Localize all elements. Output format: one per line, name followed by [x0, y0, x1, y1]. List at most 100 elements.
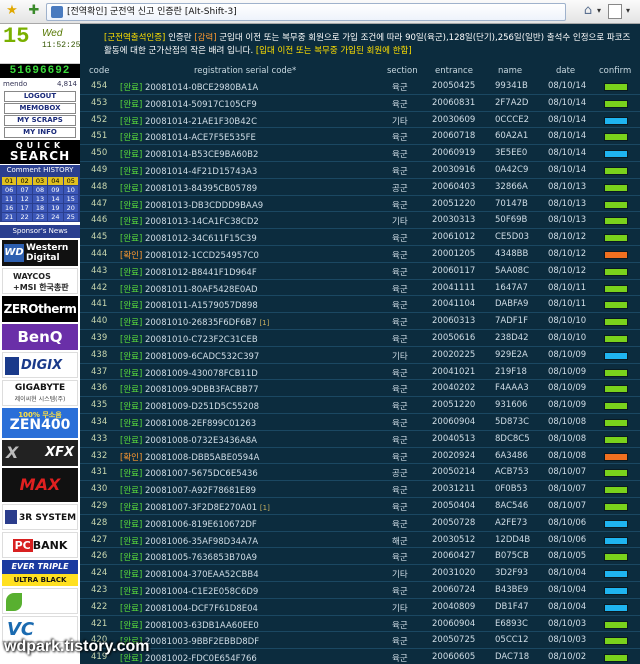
comment-day-12[interactable]: 12 [17, 195, 32, 203]
row-serial-cell[interactable]: [완료] 20081014-B53CE9BA60B2 [120, 148, 258, 160]
comment-day-18[interactable]: 18 [32, 204, 48, 212]
ad-3r-system[interactable]: 3R SYSTEM [2, 504, 78, 530]
comment-day-13[interactable]: 13 [32, 195, 48, 203]
table-row[interactable]: 451 [완료] 20081014-ACE7F5E535FE 육군 20060718… [80, 128, 640, 146]
row-serial[interactable]: 20081004-370EAA52CBB4 [145, 570, 259, 580]
ad-xfx[interactable]: X XFX [2, 440, 78, 466]
row-serial[interactable]: 20081014-4F21D15743A3 [145, 167, 257, 177]
table-row[interactable]: 439 [완료] 20081010-C723F2C31CEB 육군 20050616… [80, 330, 640, 347]
row-serial[interactable]: 20081006-819E610672DF [145, 520, 257, 530]
row-serial-cell[interactable]: [완료] 20081009-430078FCB11D [120, 367, 258, 379]
table-row[interactable]: 453 [완료] 20081014-50917C105CF9 육군 20060831… [80, 95, 640, 112]
row-serial[interactable]: 20081010-26835F6DF6B7 [145, 318, 257, 328]
table-row[interactable]: 442 [완료] 20081011-80AF5428E0AD 육군 20041111… [80, 280, 640, 297]
row-serial-cell[interactable]: [확인] 20081008-DBB5ABE0594A [120, 451, 259, 463]
table-row[interactable]: 428 [완료] 20081006-819E610672DF 육군 20050728… [80, 515, 640, 532]
row-serial[interactable]: 20081008-2EF899C01263 [145, 419, 256, 429]
row-serial[interactable]: 20081012-B8441F1D964F [145, 268, 257, 278]
row-serial[interactable]: 20081014-21AE1F30B42C [145, 117, 257, 127]
row-serial-cell[interactable]: [완료] 20081011-A1579057D898 [120, 299, 258, 311]
table-row[interactable]: 424 [완료] 20081004-370EAA52CBB4 기타 20031020… [80, 565, 640, 582]
row-serial[interactable]: 20081007-3F2D8E270A01 [145, 503, 257, 513]
comment-day-15[interactable]: 15 [63, 195, 78, 203]
row-serial[interactable]: 20081010-C723F2C31CEB [145, 335, 258, 345]
table-row[interactable]: 449 [완료] 20081014-4F21D15743A3 육군 20030916… [80, 162, 640, 179]
ad-gigabyte[interactable]: GIGABYTE 제이씨현 시스템(주) [2, 380, 78, 406]
table-row[interactable]: 440 [완료] 20081010-26835F6DF6B7 [1] 육군 20060… [80, 313, 640, 330]
comment-day-22[interactable]: 22 [17, 213, 32, 221]
table-row[interactable]: 454 [완료] 20081014-0BCE2980BA1A 육군 20050425… [80, 78, 640, 95]
ad-zen400[interactable]: 100% 무소음 ZEN400 [2, 408, 78, 438]
row-serial[interactable]: 20081007-A92F78681E89 [145, 486, 256, 496]
favorites-star-icon[interactable]: ★ [4, 3, 20, 19]
row-serial-cell[interactable]: [완료] 20081004-C1E2E058C6D9 [120, 585, 258, 597]
table-row[interactable]: 437 [완료] 20081009-430078FCB11D 육군 20041021… [80, 364, 640, 381]
comment-day-08[interactable]: 08 [32, 186, 48, 194]
table-row[interactable]: 441 [완료] 20081011-A1579057D898 육군 20041104… [80, 296, 640, 314]
ad-waycos[interactable]: WAYCOS +MSI 한국총판 [2, 268, 78, 294]
comment-day-02[interactable]: 02 [17, 177, 32, 185]
row-serial-cell[interactable]: [완료] 20081004-DCF7F61D8E04 [120, 602, 258, 614]
row-serial[interactable]: 20081011-80AF5428E0AD [145, 285, 258, 295]
row-serial-cell[interactable]: [완료] 20081007-A92F78681E89 [120, 484, 256, 496]
row-serial[interactable]: 20081014-ACE7F5E535FE [145, 133, 256, 143]
col-confirm[interactable]: confirm [599, 66, 631, 76]
row-serial-cell[interactable]: [완료] 20081007-5675DC6E5436 [120, 467, 258, 479]
table-row[interactable]: 426 [완료] 20081005-7636853B70A9 육군 20060427… [80, 548, 640, 566]
comment-day-03[interactable]: 03 [32, 177, 48, 185]
row-serial[interactable]: 20081009-9DBB3FACBB77 [145, 385, 259, 395]
row-serial[interactable]: 20081013-14CA1FC38CD2 [145, 217, 259, 227]
comment-day-10[interactable]: 10 [63, 186, 78, 194]
row-serial-cell[interactable]: [완료] 20081013-14CA1FC38CD2 [120, 215, 259, 227]
comment-day-16[interactable]: 16 [2, 204, 17, 212]
table-row[interactable]: 427 [완료] 20081006-35AF98D34A7A 해군 20030512… [80, 532, 640, 549]
row-serial-cell[interactable]: [완료] 20081006-35AF98D34A7A [120, 535, 258, 547]
row-serial-cell[interactable]: [완료] 20081005-7636853B70A9 [120, 551, 257, 563]
row-serial[interactable]: 20081009-430078FCB11D [145, 369, 258, 379]
table-row[interactable]: 420 [완료] 20081003-9BBF2EBBD8DF 육군 20050725… [80, 632, 640, 650]
row-serial[interactable]: 20081013-84395CB05789 [145, 184, 257, 194]
col-date[interactable]: date [556, 66, 575, 76]
row-serial-cell[interactable]: [완료] 20081010-26835F6DF6B7 [1] [120, 316, 269, 328]
table-row[interactable]: 429 [완료] 20081007-3F2D8E270A01 [1] 육군 20050… [80, 498, 640, 515]
row-serial[interactable]: 20081009-6CADC532C397 [145, 352, 259, 362]
table-row[interactable]: 419 [완료] 20081002-FDC0E654F766 육군 20060605… [80, 649, 640, 664]
comment-day-09[interactable]: 09 [48, 186, 63, 194]
browser-tab[interactable]: [전역확인] 군전역 신고 인증란 [Alt-Shift-3] [46, 3, 566, 21]
memobox-button[interactable]: MEMOBOX [4, 103, 76, 114]
row-serial-cell[interactable]: [완료] 20081010-C723F2C31CEB [120, 333, 258, 345]
table-row[interactable]: 446 [완료] 20081013-14CA1FC38CD2 기타 20030313… [80, 212, 640, 230]
col-name[interactable]: name [498, 66, 522, 76]
quick-search-button[interactable]: QUICK SEARCH [0, 140, 80, 164]
table-row[interactable]: 422 [완료] 20081004-DCF7F61D8E04 기타 20040809… [80, 599, 640, 616]
my-info-button[interactable]: MY INFO [4, 127, 76, 138]
row-serial[interactable]: 20081014-50917C105CF9 [145, 100, 257, 110]
comment-day-19[interactable]: 19 [48, 204, 63, 212]
table-row[interactable]: 423 [완료] 20081004-C1E2E058C6D9 육군 20060724… [80, 582, 640, 599]
table-row[interactable]: 432 [확인] 20081008-DBB5ABE0594A 육군 20020924… [80, 448, 640, 465]
row-serial-cell[interactable]: [완료] 20081006-819E610672DF [120, 518, 257, 530]
row-serial-cell[interactable]: [확인] 20081012-1CCD254957C0 [120, 249, 259, 261]
row-serial-cell[interactable]: [완료] 20081009-D251D5C55208 [120, 400, 259, 412]
col-code[interactable]: code [89, 66, 110, 76]
row-serial-cell[interactable]: [완료] 20081009-9DBB3FACBB77 [120, 383, 259, 395]
comment-day-20[interactable]: 20 [63, 204, 78, 212]
table-row[interactable]: 421 [완료] 20081003-63DB1AA60EE0 육군 20060904… [80, 616, 640, 633]
ad-benq[interactable]: BenQ [2, 324, 78, 350]
ad-western-digital[interactable]: WD Western Digital [2, 240, 78, 266]
row-serial-cell[interactable]: [완료] 20081007-3F2D8E270A01 [1] [120, 501, 270, 513]
row-serial-cell[interactable]: [완료] 20081004-370EAA52CBB4 [120, 568, 259, 580]
row-serial[interactable]: 20081006-35AF98D34A7A [145, 537, 258, 547]
ad-max[interactable]: MAX [2, 468, 78, 502]
comment-day-01[interactable]: 01 [2, 177, 17, 185]
row-serial[interactable]: 20081014-B53CE9BA60B2 [145, 150, 258, 160]
page-dropdown-icon[interactable]: ▾ [626, 6, 630, 15]
home-icon[interactable]: ⌂ [580, 3, 596, 19]
col-entrance[interactable]: entrance [435, 66, 473, 76]
row-serial-cell[interactable]: [완료] 20081014-4F21D15743A3 [120, 165, 257, 177]
row-serial-cell[interactable]: [완료] 20081014-50917C105CF9 [120, 98, 257, 110]
row-serial[interactable]: 20081004-DCF7F61D8E04 [145, 604, 258, 614]
comment-day-17[interactable]: 17 [17, 204, 32, 212]
page-menu-icon[interactable] [608, 4, 622, 19]
comment-day-21[interactable]: 21 [2, 213, 17, 221]
